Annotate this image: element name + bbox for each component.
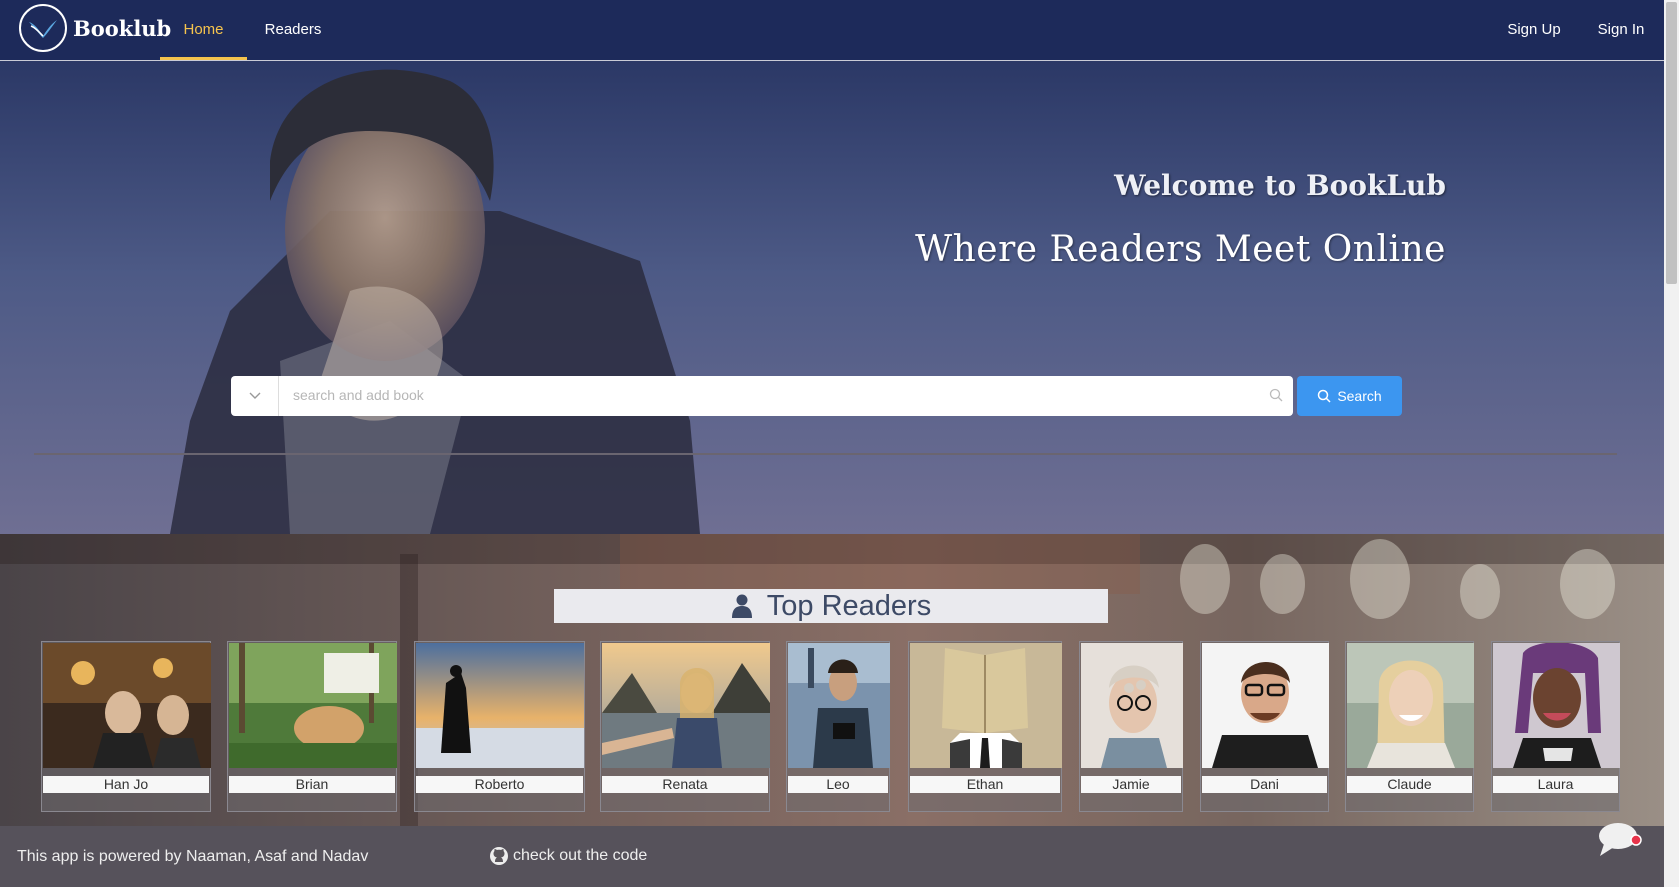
- search-input-container: [279, 376, 1293, 416]
- reader-name: Han Jo: [43, 776, 209, 793]
- book-search-input[interactable]: [279, 376, 1267, 414]
- welcome-heading: Welcome to BookLub: [1114, 169, 1446, 202]
- reader-photo: [1202, 643, 1329, 768]
- reader-photo: [788, 643, 890, 768]
- reader-photo: [43, 643, 211, 768]
- reader-name: Renata: [602, 776, 768, 793]
- reader-name: Laura: [1493, 776, 1618, 793]
- reader-name: Dani: [1202, 776, 1327, 793]
- reader-photo: [416, 643, 584, 768]
- chevron-down-icon: [249, 392, 260, 399]
- chat-bubble-icon[interactable]: [1596, 820, 1644, 858]
- search-icon: [1269, 388, 1283, 402]
- bokeh-light: [1560, 549, 1615, 619]
- brand-logo[interactable]: Booklub: [19, 4, 171, 52]
- hero-author-photo: [170, 69, 700, 534]
- bokeh-light: [1260, 554, 1305, 614]
- bokeh-light: [1350, 539, 1410, 619]
- scrollbar-thumb[interactable]: [1666, 2, 1677, 284]
- reader-card-dani[interactable]: Dani: [1200, 641, 1329, 812]
- reader-card-brian[interactable]: Brian: [227, 641, 397, 812]
- reader-card-laura[interactable]: Laura: [1491, 641, 1620, 812]
- reader-card-leo[interactable]: Leo: [786, 641, 890, 812]
- reader-name: Brian: [229, 776, 395, 793]
- top-readers-section: Top Readers Han Jo Brian Roberto Renata …: [0, 534, 1664, 826]
- top-readers-title: Top Readers: [766, 589, 932, 622]
- navbar: Booklub Home Readers Sign Up Sign In: [0, 0, 1664, 61]
- top-readers-header: Top Readers: [554, 589, 1108, 623]
- reader-photo: [1493, 643, 1620, 768]
- nav-home[interactable]: Home: [160, 0, 247, 60]
- search-filter-dropdown[interactable]: [231, 376, 279, 416]
- reader-name: Leo: [788, 776, 888, 793]
- bokeh-light: [1180, 544, 1230, 614]
- search-icon: [1318, 389, 1331, 403]
- sign-in-link[interactable]: Sign In: [1590, 0, 1652, 60]
- user-icon: [731, 594, 752, 618]
- reader-card-claude[interactable]: Claude: [1345, 641, 1474, 812]
- hero-banner: Welcome to BookLub Where Readers Meet On…: [0, 61, 1664, 534]
- brand-name: Booklub: [73, 15, 172, 41]
- book-search-bar: Search: [231, 376, 1402, 416]
- reader-card-jamie[interactable]: Jamie: [1079, 641, 1183, 812]
- tagline-heading: Where Readers Meet Online: [915, 229, 1446, 270]
- logo-bird-icon: [19, 4, 67, 52]
- search-button-label: Search: [1337, 388, 1382, 404]
- bookshelf-books: [620, 534, 1140, 594]
- page-scrollbar[interactable]: [1664, 0, 1679, 887]
- github-icon: [490, 847, 508, 865]
- reader-name: Roberto: [416, 776, 583, 793]
- reader-photo: [1081, 643, 1183, 768]
- reader-card-roberto[interactable]: Roberto: [414, 641, 585, 812]
- reader-photo: [910, 643, 1062, 768]
- reader-card-han-jo[interactable]: Han Jo: [41, 641, 211, 812]
- reader-photo: [1347, 643, 1474, 768]
- powered-by-text: This app is powered by Naaman, Asaf and …: [17, 848, 369, 865]
- hero-divider: [34, 453, 1617, 455]
- check-code-label: check out the code: [513, 847, 648, 864]
- check-code-link[interactable]: check out the code: [489, 846, 647, 866]
- sign-up-link[interactable]: Sign Up: [1499, 0, 1569, 60]
- reader-name: Jamie: [1081, 776, 1181, 793]
- reader-photo: [602, 643, 770, 768]
- nav-readers[interactable]: Readers: [252, 0, 334, 60]
- reader-card-renata[interactable]: Renata: [600, 641, 770, 812]
- reader-name: Claude: [1347, 776, 1472, 793]
- search-button[interactable]: Search: [1297, 376, 1402, 416]
- reader-card-ethan[interactable]: Ethan: [908, 641, 1062, 812]
- bokeh-light: [1460, 564, 1500, 619]
- footer: This app is powered by Naaman, Asaf and …: [0, 826, 1664, 887]
- reader-name: Ethan: [910, 776, 1060, 793]
- reader-photo: [229, 643, 397, 768]
